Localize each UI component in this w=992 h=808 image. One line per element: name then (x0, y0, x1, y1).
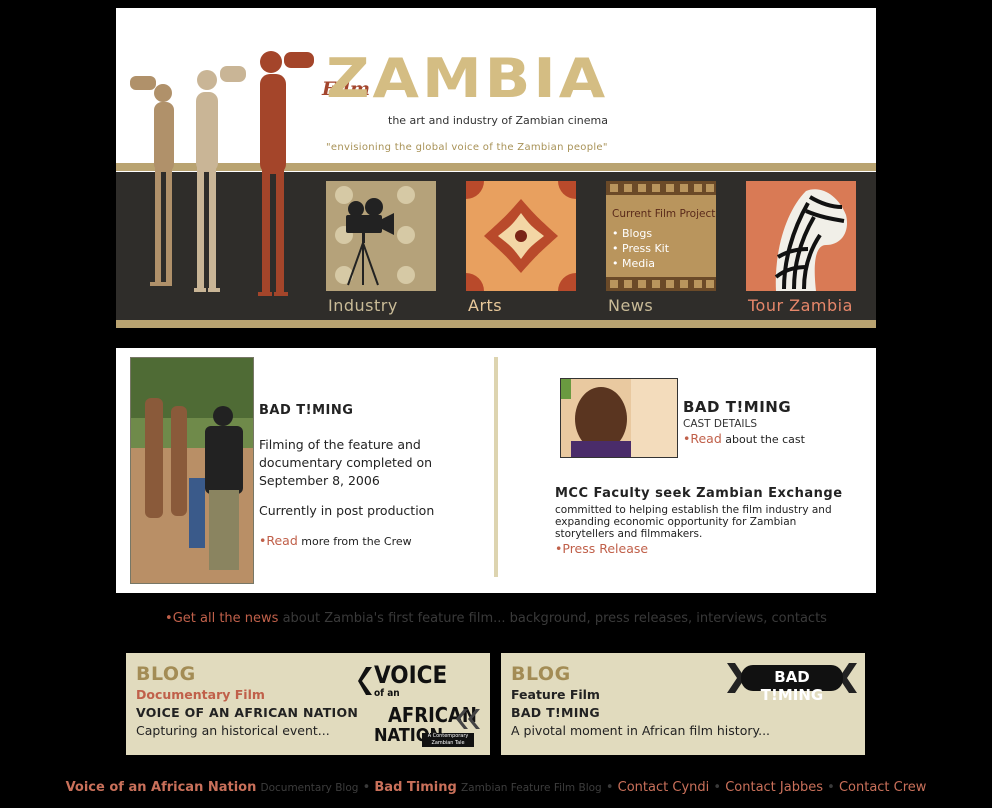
get-news-link[interactable]: •Get all the news (165, 611, 278, 626)
filmmakers-illustration (130, 51, 314, 296)
pattern-icon (466, 181, 576, 291)
blog-title[interactable]: VOICE OF AN AFRICAN NATION (136, 705, 358, 720)
footer-separator: • (713, 780, 722, 795)
current-project-label[interactable]: Current Film Project (612, 207, 715, 222)
blog-card-voice[interactable]: BLOG Documentary Film VOICE OF AN AFRICA… (126, 653, 490, 755)
chevron-left-double-icon (456, 709, 480, 729)
blog-subtitle: Feature Film (511, 687, 600, 702)
read-crew-rest: more from the Crew (297, 535, 412, 548)
read-cast-rest: about the cast (721, 433, 805, 446)
mcc-news: MCC Faculty seek Zambian Exchange commit… (555, 486, 855, 556)
main-content: BAD T!MING Filming of the feature and do… (116, 348, 876, 593)
news-line: •Get all the news about Zambia's first f… (0, 611, 992, 626)
blog-description: Capturing an historical event... (136, 723, 330, 738)
site-motto: "envisioning the global voice of the Zam… (326, 142, 608, 153)
logo-zambia: ZAMBIA (326, 47, 609, 111)
header-bottom-divider (116, 320, 876, 328)
content-divider (494, 357, 498, 577)
read-crew-line: •Read more from the Crew (259, 532, 459, 551)
news-tile[interactable]: Current Film Project • Blogs • Press Kit… (606, 181, 716, 291)
cast-photo (560, 378, 678, 458)
site-footer: Voice of an African Nation Documentary B… (0, 780, 992, 795)
cast-subtitle: CAST DETAILS (683, 418, 758, 430)
tour-zambia-tile[interactable] (746, 181, 856, 291)
footer-voice-link[interactable]: Voice of an African Nation (66, 780, 257, 795)
footer-separator: • (605, 780, 614, 795)
news-tile-label[interactable]: News (608, 296, 653, 315)
footer-separator: • (362, 780, 371, 795)
cast-details: BAD T!MING CAST DETAILS •Read about the … (683, 398, 805, 446)
blog-card-bad-timing[interactable]: BLOG Feature Film BAD T!MING A pivotal m… (501, 653, 865, 755)
arts-tile-label[interactable]: Arts (468, 296, 502, 315)
footer-bad-timing-sub: Zambian Feature Film Blog (460, 782, 602, 794)
filming-note: Filming of the feature and documentary c… (259, 437, 433, 488)
blog-heading: BLOG (136, 663, 196, 685)
zebra-icon (746, 181, 856, 291)
site-header: Film ZAMBIA the art and industry of Zamb… (116, 8, 876, 328)
voice-logo: VOICE of an AFRICAN NATION A Contemporar… (358, 663, 482, 747)
crew-photo (130, 357, 254, 584)
blog-description: A pivotal moment in African film history… (511, 723, 771, 738)
industry-tile[interactable] (326, 181, 436, 291)
industry-tile-label[interactable]: Industry (328, 296, 398, 315)
news-line-text: about Zambia's first feature film... bac… (278, 611, 827, 626)
footer-bad-timing-link[interactable]: Bad Timing (374, 780, 456, 795)
contact-crew-link[interactable]: Contact Crew (839, 780, 926, 795)
contact-cyndi-link[interactable]: Contact Cyndi (618, 780, 710, 795)
blog-subtitle: Documentary Film (136, 687, 265, 702)
read-cast-line: •Read about the cast (683, 431, 805, 446)
post-production-note: Currently in post production (259, 503, 435, 518)
tour-zambia-tile-label[interactable]: Tour Zambia (748, 296, 853, 315)
arts-tile[interactable] (466, 181, 576, 291)
news-item-media[interactable]: • Media (612, 256, 715, 271)
read-cast-link[interactable]: •Read (683, 431, 722, 446)
bad-timing-summary: BAD T!MING Filming of the feature and do… (259, 402, 459, 551)
contact-jabbes-link[interactable]: Contact Jabbes (725, 780, 823, 795)
chevron-left-icon (358, 667, 372, 695)
blog-heading: BLOG (511, 663, 571, 685)
news-item-blogs[interactable]: • Blogs (612, 226, 715, 241)
press-release-link[interactable]: •Press Release (555, 541, 855, 556)
read-crew-link[interactable]: •Read (259, 533, 298, 548)
film-camera-icon (335, 186, 415, 286)
cast-title: BAD T!MING (683, 398, 792, 416)
blog-title[interactable]: BAD T!MING (511, 705, 600, 720)
footer-separator: • (827, 780, 835, 795)
bad-timing-logo: BAD T!MING (727, 663, 857, 704)
news-item-press-kit[interactable]: • Press Kit (612, 241, 715, 256)
site-tagline: the art and industry of Zambian cinema (388, 114, 609, 127)
bad-timing-title: BAD T!MING (259, 403, 354, 418)
mcc-title[interactable]: MCC Faculty seek Zambian Exchange (555, 486, 855, 501)
footer-voice-sub: Documentary Blog (260, 782, 359, 794)
mcc-body: committed to helping establish the film … (555, 504, 832, 540)
news-tile-text: Current Film Project • Blogs • Press Kit… (612, 207, 715, 271)
